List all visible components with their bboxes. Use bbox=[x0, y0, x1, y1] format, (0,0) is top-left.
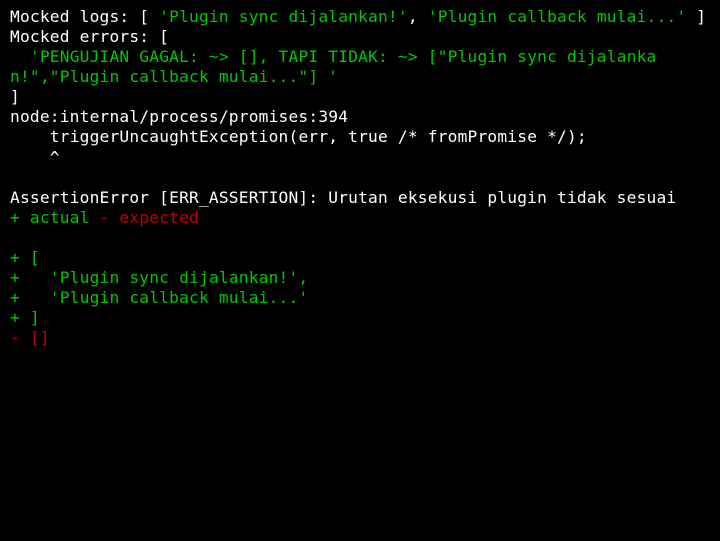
error-value: 'PENGUJIAN GAGAL: ~> [], TAPI TIDAK: ~> … bbox=[10, 47, 657, 86]
bracket-close: ] bbox=[686, 7, 706, 26]
node-location: node:internal/process/promises:394 bbox=[10, 107, 348, 126]
stack-line: triggerUncaughtException(err, true /* fr… bbox=[10, 127, 587, 146]
actual-label: + actual bbox=[10, 208, 90, 227]
log-value-1: 'Plugin sync dijalankan!' bbox=[159, 7, 408, 26]
caret-pointer: ^ bbox=[10, 148, 60, 167]
diff-actual-item-1: + 'Plugin sync dijalankan!', bbox=[10, 268, 308, 287]
diff-expected: - [] bbox=[10, 328, 50, 347]
assertion-error: AssertionError [ERR_ASSERTION]: Urutan e… bbox=[10, 188, 676, 207]
diff-actual-close: + ] bbox=[10, 308, 40, 327]
diff-actual-open: + [ bbox=[10, 248, 40, 267]
mocked-logs-label: Mocked logs: [ bbox=[10, 7, 159, 26]
sep bbox=[90, 208, 100, 227]
bracket-close-2: ] bbox=[10, 87, 20, 106]
mocked-errors-label: Mocked errors: [ bbox=[10, 27, 169, 46]
comma: , bbox=[408, 7, 428, 26]
log-value-2: 'Plugin callback mulai...' bbox=[428, 7, 687, 26]
diff-actual-item-2: + 'Plugin callback mulai...' bbox=[10, 288, 308, 307]
expected-label: - expected bbox=[100, 208, 199, 227]
terminal-output: Mocked logs: [ 'Plugin sync dijalankan!'… bbox=[10, 7, 716, 348]
